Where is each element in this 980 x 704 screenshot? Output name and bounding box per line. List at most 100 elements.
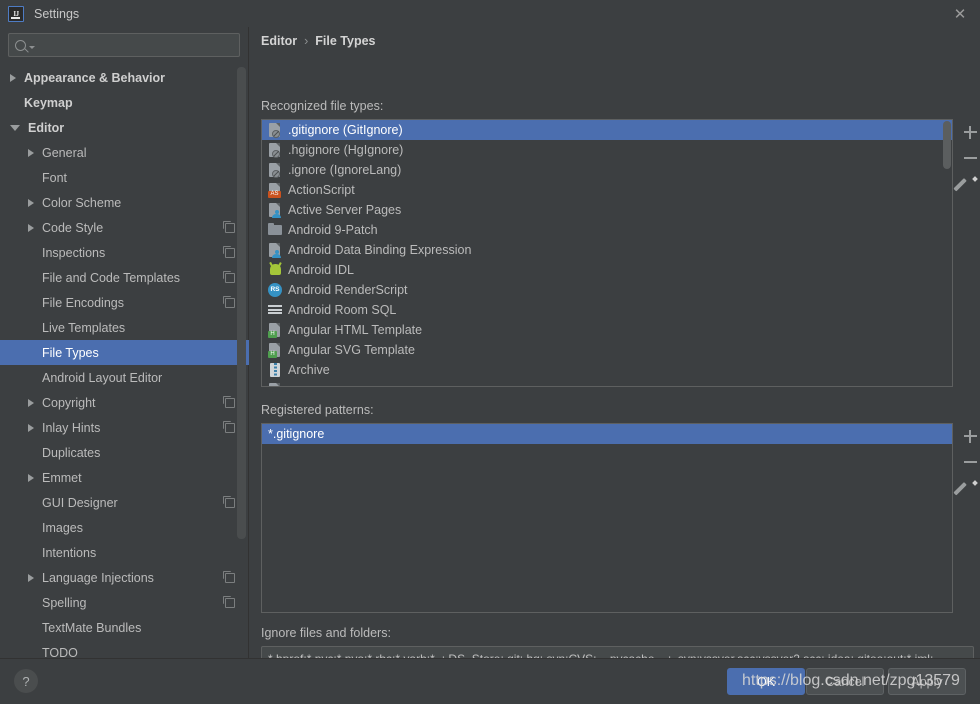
file-type-row[interactable]: RS Android RenderScript xyxy=(262,280,952,300)
file-type-row-partial[interactable]: AS xyxy=(262,380,952,386)
sidebar-item-images[interactable]: Images xyxy=(0,515,249,540)
pencil-icon xyxy=(963,481,977,495)
copy-settings-icon[interactable] xyxy=(223,295,235,308)
chevron-down-icon[interactable] xyxy=(29,45,35,49)
settings-dialog: IJ Settings ✕ Appearance & Behavior Keyma… xyxy=(0,0,980,704)
plus-icon xyxy=(963,429,977,443)
edit-pattern-button[interactable] xyxy=(957,475,980,501)
file-type-label: .hgignore (HgIgnore) xyxy=(288,143,404,157)
search-input[interactable] xyxy=(39,38,233,52)
settings-sidebar: Appearance & Behavior Keymap Editor General… xyxy=(0,27,249,658)
sidebar-item-file-encodings[interactable]: File Encodings xyxy=(0,290,249,315)
sidebar-item-copyright[interactable]: Copyright xyxy=(0,390,249,415)
sidebar-item-inspections[interactable]: Inspections xyxy=(0,240,249,265)
sidebar-item-inlay-hints[interactable]: Inlay Hints xyxy=(0,415,249,440)
sidebar-item-file-types[interactable]: File Types xyxy=(0,340,249,365)
ignore-files-label: Ignore files and folders: xyxy=(261,626,391,640)
file-type-label: Android IDL xyxy=(288,263,355,277)
chevron-right-icon[interactable] xyxy=(28,148,34,157)
add-pattern-button[interactable] xyxy=(957,423,980,449)
file-type-row[interactable]: AS ActionScript xyxy=(262,180,952,200)
sidebar-item-keymap[interactable]: Keymap xyxy=(0,90,249,115)
copy-settings-icon[interactable] xyxy=(223,495,235,508)
settings-tree[interactable]: Appearance & Behavior Keymap Editor General… xyxy=(0,65,249,658)
sidebar-item-appearance-behavior[interactable]: Appearance & Behavior xyxy=(0,65,249,90)
copy-settings-icon[interactable] xyxy=(223,420,235,433)
sidebar-item-language-injections[interactable]: Language Injections xyxy=(0,565,249,590)
chevron-right-icon[interactable] xyxy=(28,473,34,482)
sidebar-item-spelling[interactable]: Spelling xyxy=(0,590,249,615)
sidebar-item-label: Android Layout Editor xyxy=(42,370,163,385)
angular-svg-icon: H xyxy=(267,342,283,358)
remove-pattern-button[interactable] xyxy=(957,449,980,475)
add-file-type-button[interactable] xyxy=(957,119,980,145)
file-type-row[interactable]: Android 9-Patch xyxy=(262,220,952,240)
sidebar-item-duplicates[interactable]: Duplicates xyxy=(0,440,249,465)
file-type-row[interactable]: H Angular HTML Template xyxy=(262,320,952,340)
file-type-row[interactable]: .gitignore (GitIgnore) xyxy=(262,120,952,140)
chevron-right-icon[interactable] xyxy=(28,198,34,207)
sidebar-item-live-templates[interactable]: Live Templates xyxy=(0,315,249,340)
cancel-button[interactable]: Cancel xyxy=(806,668,884,695)
sidebar-item-general[interactable]: General xyxy=(0,140,249,165)
help-button[interactable]: ? xyxy=(14,669,38,693)
recognized-list-toolbar xyxy=(955,119,980,197)
close-icon[interactable]: ✕ xyxy=(950,4,970,24)
recognized-list-scrollbar[interactable] xyxy=(943,121,951,169)
chevron-down-icon[interactable] xyxy=(10,124,20,131)
chevron-right-icon[interactable] xyxy=(28,223,34,232)
file-type-row[interactable]: Active Server Pages xyxy=(262,200,952,220)
copy-settings-icon[interactable] xyxy=(223,570,235,583)
sidebar-item-label: Color Scheme xyxy=(42,195,122,210)
ok-button[interactable]: OK xyxy=(727,668,805,695)
sidebar-item-code-style[interactable]: Code Style xyxy=(0,215,249,240)
file-type-row[interactable]: H Angular SVG Template xyxy=(262,340,952,360)
chevron-right-icon[interactable] xyxy=(28,423,34,432)
sidebar-item-textmate-bundles[interactable]: TextMate Bundles xyxy=(0,615,249,640)
sidebar-item-file-and-code-templates[interactable]: File and Code Templates xyxy=(0,265,249,290)
file-type-row[interactable]: Android IDL xyxy=(262,260,952,280)
sidebar-item-color-scheme[interactable]: Color Scheme xyxy=(0,190,249,215)
sidebar-item-intentions[interactable]: Intentions xyxy=(0,540,249,565)
sidebar-item-label: Code Style xyxy=(42,220,104,235)
file-type-row[interactable]: Android Room SQL xyxy=(262,300,952,320)
apply-button[interactable]: Apply xyxy=(888,668,966,695)
copy-settings-icon[interactable] xyxy=(223,220,235,233)
sidebar-item-editor[interactable]: Editor xyxy=(0,115,249,140)
sidebar-item-label: GUI Designer xyxy=(42,495,118,510)
recognized-file-types-label: Recognized file types: xyxy=(261,99,384,113)
copy-settings-icon[interactable] xyxy=(223,245,235,258)
sidebar-item-todo[interactable]: TODO xyxy=(0,640,249,659)
pattern-label: *.gitignore xyxy=(268,427,325,441)
edit-file-type-button[interactable] xyxy=(957,171,980,197)
sidebar-item-gui-designer[interactable]: GUI Designer xyxy=(0,490,249,515)
sidebar-item-android-layout-editor[interactable]: Android Layout Editor xyxy=(0,365,249,390)
remove-file-type-button[interactable] xyxy=(957,145,980,171)
recognized-file-types-list[interactable]: .gitignore (GitIgnore) .hgignore (HgIgnor… xyxy=(261,119,953,387)
copy-settings-icon[interactable] xyxy=(223,595,235,608)
sidebar-scrollbar[interactable] xyxy=(237,67,246,539)
file-type-row[interactable]: .hgignore (HgIgnore) xyxy=(262,140,952,160)
chevron-right-icon[interactable] xyxy=(28,398,34,407)
window-title: Settings xyxy=(34,6,80,21)
copy-settings-icon[interactable] xyxy=(223,270,235,283)
copy-settings-icon[interactable] xyxy=(223,395,235,408)
settings-search-box[interactable] xyxy=(8,33,240,57)
sidebar-item-font[interactable]: Font xyxy=(0,165,249,190)
file-type-row[interactable]: Archive xyxy=(262,360,952,380)
chevron-right-icon[interactable] xyxy=(28,573,34,582)
file-type-row[interactable]: .ignore (IgnoreLang) xyxy=(262,160,952,180)
sidebar-item-emmet[interactable]: Emmet xyxy=(0,465,249,490)
breadcrumb-parent[interactable]: Editor xyxy=(261,34,297,48)
sidebar-item-label: File Types xyxy=(42,345,99,360)
file-type-row[interactable]: Android Data Binding Expression xyxy=(262,240,952,260)
chevron-right-icon[interactable] xyxy=(10,73,16,82)
breadcrumb-separator-icon: › xyxy=(304,34,309,48)
registered-patterns-list[interactable]: *.gitignore xyxy=(261,423,953,613)
sidebar-item-label: Language Injections xyxy=(42,570,154,585)
pattern-row[interactable]: *.gitignore xyxy=(262,424,952,444)
